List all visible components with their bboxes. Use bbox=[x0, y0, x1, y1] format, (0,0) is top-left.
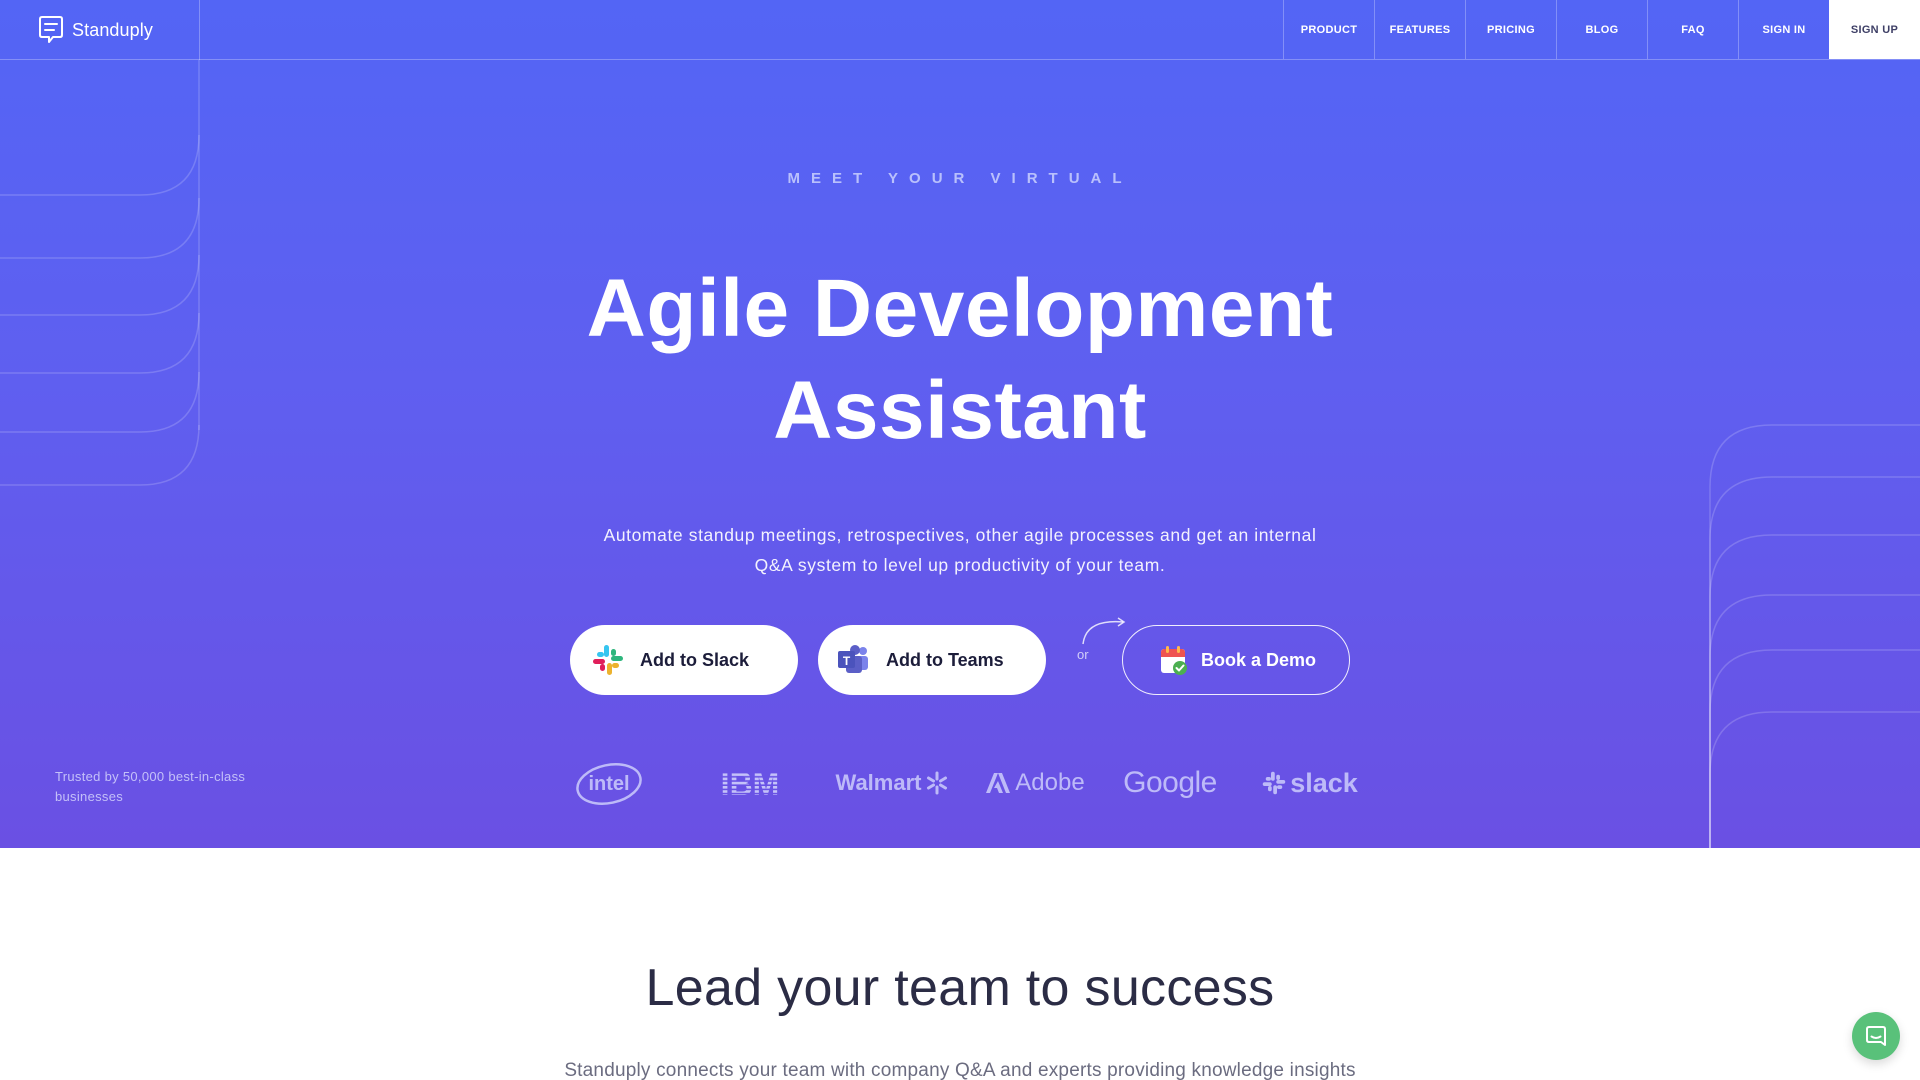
slack-logo-icon bbox=[593, 645, 623, 675]
hero-headline-line2: Assistant bbox=[773, 365, 1147, 456]
brand-name: Standuply bbox=[72, 19, 153, 40]
slack-mark-icon bbox=[1262, 771, 1286, 795]
add-to-slack-label: Add to Slack bbox=[640, 649, 750, 670]
adobe-mark-icon bbox=[986, 773, 1011, 793]
hero-subtitle: Automate standup meetings, retrospective… bbox=[560, 520, 1360, 580]
ibm-logo: IBM bbox=[710, 758, 790, 808]
calendar-check-icon bbox=[1161, 646, 1187, 675]
trusted-by-text: Trusted by 50,000 best-in-class business… bbox=[55, 769, 246, 804]
customer-logos: intel IBM Walmart Adobe Google slack bbox=[570, 758, 1360, 808]
top-navbar: Standuply PRODUCT FEATURES PRICING BLOG … bbox=[0, 0, 1920, 60]
slack-logo-text: slack bbox=[1290, 767, 1358, 798]
add-to-teams-button[interactable]: T Add to Teams bbox=[818, 625, 1046, 695]
hero-headline: Agile Development Assistant bbox=[0, 258, 1920, 462]
add-to-teams-label: Add to Teams bbox=[886, 649, 1004, 670]
nav-item-faq[interactable]: FAQ bbox=[1647, 0, 1738, 59]
nav-item-blog[interactable]: BLOG bbox=[1556, 0, 1647, 59]
adobe-logo-text: Adobe bbox=[1015, 769, 1085, 796]
book-demo-button[interactable]: Book a Demo bbox=[1122, 625, 1350, 695]
svg-text:T: T bbox=[843, 654, 851, 668]
hero-section: Standuply PRODUCT FEATURES PRICING BLOG … bbox=[0, 0, 1920, 848]
walmart-logo: Walmart bbox=[835, 758, 950, 808]
nav-menu: PRODUCT FEATURES PRICING BLOG FAQ SIGN I… bbox=[1283, 0, 1920, 59]
add-to-slack-button[interactable]: Add to Slack bbox=[570, 625, 798, 695]
hero-eyebrow: MEET YOUR VIRTUAL bbox=[787, 170, 1133, 187]
sign-up-button[interactable]: SIGN UP bbox=[1829, 0, 1920, 59]
google-logo: Google bbox=[1120, 758, 1220, 808]
book-demo-label: Book a Demo bbox=[1201, 649, 1317, 670]
speech-bubble-icon bbox=[39, 16, 63, 43]
section-subtitle: Standuply connects your team with compan… bbox=[564, 1060, 1356, 1080]
curved-arrow-icon bbox=[1082, 617, 1126, 645]
chat-icon bbox=[1866, 1026, 1886, 1046]
or-separator: or bbox=[1077, 647, 1089, 662]
ibm-logo-text: IBM bbox=[721, 766, 780, 801]
teams-logo-icon: T bbox=[838, 645, 868, 673]
hero-subtitle-line2: Q&A system to level up productivity of y… bbox=[754, 555, 1166, 575]
intel-logo: intel bbox=[570, 758, 650, 808]
hero-headline-line1: Agile Development bbox=[586, 263, 1334, 354]
google-logo-text: Google bbox=[1123, 766, 1217, 799]
slack-logo: slack bbox=[1260, 758, 1360, 808]
decorative-lines-right bbox=[1709, 424, 1920, 848]
walmart-spark-icon bbox=[927, 771, 948, 795]
nav-item-sign-in[interactable]: SIGN IN bbox=[1738, 0, 1829, 59]
walmart-logo-text: Walmart bbox=[835, 770, 922, 795]
hero-subtitle-line1: Automate standup meetings, retrospective… bbox=[603, 525, 1317, 545]
brand-logo-link[interactable]: Standuply bbox=[0, 0, 200, 60]
intel-logo-text: intel bbox=[588, 773, 629, 795]
adobe-logo: Adobe bbox=[985, 758, 1085, 808]
chat-widget-button[interactable] bbox=[1852, 1012, 1900, 1060]
section-title: Lead your team to success bbox=[645, 959, 1275, 1017]
nav-item-features[interactable]: FEATURES bbox=[1374, 0, 1465, 59]
nav-item-pricing[interactable]: PRICING bbox=[1465, 0, 1556, 59]
nav-item-product[interactable]: PRODUCT bbox=[1283, 0, 1374, 59]
